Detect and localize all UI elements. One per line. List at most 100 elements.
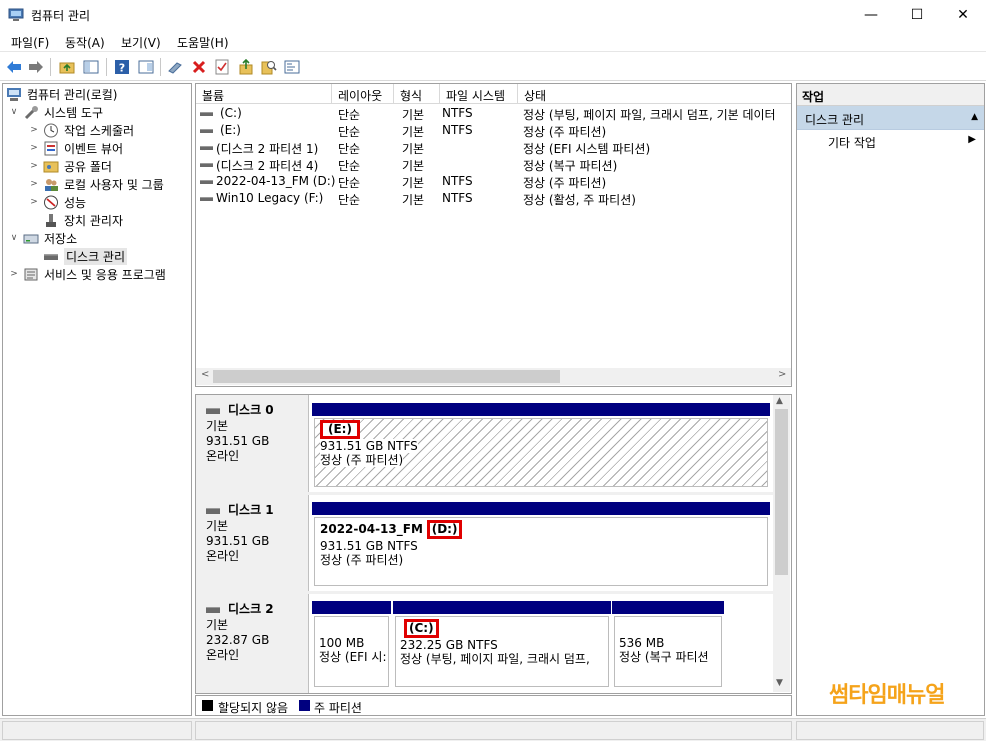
expander-icon[interactable]: >	[29, 161, 39, 171]
column-header-volume[interactable]: 볼륨	[196, 84, 332, 104]
type-cell: 기본	[402, 142, 425, 156]
vertical-scrollbar[interactable]: ▲ ▼	[773, 395, 790, 692]
tree-item-label: 작업 스케줄러	[64, 123, 135, 138]
console-icon[interactable]	[283, 58, 301, 76]
disk-size: 232.87 GB	[206, 633, 270, 647]
tree-item-task-scheduler[interactable]: > 작업 스케줄러	[29, 121, 134, 139]
actions-section-disk-management[interactable]: 디스크 관리 ▲	[797, 106, 984, 130]
delete-icon[interactable]	[190, 58, 208, 76]
menu-view[interactable]: 보기(V)	[121, 34, 161, 51]
partition-e[interactable]: (E:) 931.51 GB NTFS 정상 (주 파티션)	[312, 403, 770, 489]
status-cell	[796, 721, 984, 740]
disk-2-info[interactable]: 디스크 2 기본 232.87 GB 온라인	[196, 594, 309, 693]
primary-partition-bar	[312, 502, 770, 515]
back-icon[interactable]	[5, 58, 23, 76]
expander-icon[interactable]: >	[29, 197, 39, 207]
expander-icon[interactable]: >	[29, 179, 39, 189]
horizontal-scrollbar[interactable]: < >	[196, 368, 791, 385]
table-row[interactable]: (디스크 2 파티션 4) 단순 기본 정상 (복구 파티션)	[196, 156, 791, 173]
status-cell: 정상 (복구 파티션)	[523, 159, 618, 173]
tree-item-shared-folders[interactable]: > 공유 폴더	[29, 157, 112, 175]
forward-icon[interactable]	[27, 58, 45, 76]
tree-item-label: 공유 폴더	[64, 159, 112, 174]
expander-icon[interactable]: >	[9, 269, 19, 279]
partition-body: 2022-04-13_FM (D:) 931.51 GB NTFS 정상 (주 …	[314, 517, 768, 586]
type-cell: 기본	[402, 125, 425, 139]
maximize-button[interactable]: ☐	[894, 0, 940, 30]
partition-d[interactable]: 2022-04-13_FM (D:) 931.51 GB NTFS 정상 (주 …	[312, 502, 770, 588]
up-folder-icon[interactable]	[58, 58, 76, 76]
minimize-button[interactable]: —	[848, 0, 894, 30]
scroll-right-icon[interactable]: >	[778, 369, 786, 380]
column-header-file-system[interactable]: 파일 시스템	[440, 84, 518, 104]
close-button[interactable]: ✕	[940, 0, 986, 30]
collapse-icon[interactable]: ▲	[971, 112, 978, 122]
scroll-down-icon[interactable]: ▼	[776, 678, 783, 688]
tree-item-computer-management[interactable]: 컴퓨터 관리(로컬)	[6, 85, 117, 103]
disk-1-info[interactable]: 디스크 1 기본 931.51 GB 온라인	[196, 495, 309, 591]
tree-item-label: 디스크 관리	[64, 247, 128, 265]
tree-item-local-users-groups[interactable]: > 로컬 사용자 및 그룹	[29, 175, 164, 193]
volume-icon	[200, 163, 213, 167]
show-hide-tree-icon[interactable]	[82, 58, 100, 76]
title-bar: 컴퓨터 관리 — ☐ ✕	[0, 0, 986, 30]
search-icon[interactable]	[260, 58, 278, 76]
primary-partition-bar	[612, 601, 724, 614]
scroll-left-icon[interactable]: <	[201, 369, 209, 380]
status-bar	[0, 718, 986, 741]
layout-cell: 단순	[338, 159, 361, 173]
legend-swatch-primary	[299, 700, 310, 711]
expander-icon[interactable]: >	[29, 125, 39, 135]
disk-state: 온라인	[206, 648, 240, 662]
tree-item-performance[interactable]: > 성능	[29, 193, 86, 211]
actions-item-more[interactable]: 기타 작업 ▶	[797, 130, 984, 150]
table-row[interactable]: Win10 Legacy (F:) 단순 기본 NTFS 정상 (활성, 주 파…	[196, 190, 791, 207]
menu-file[interactable]: 파일(F)	[11, 34, 49, 51]
tree-item-storage[interactable]: ∨ 저장소	[9, 229, 77, 247]
partition-label: (D:)	[431, 522, 458, 536]
expander-icon[interactable]: ∨	[9, 233, 19, 243]
check-icon[interactable]	[213, 58, 231, 76]
partition-efi[interactable]: 100 MB 정상 (EFI 시:	[312, 601, 391, 689]
fs-cell: NTFS	[442, 191, 473, 205]
tree-item-services-applications[interactable]: > 서비스 및 응용 프로그램	[9, 265, 166, 283]
scrollbar-thumb[interactable]	[213, 370, 560, 383]
users-icon	[45, 178, 58, 191]
fs-cell: NTFS	[442, 174, 473, 188]
table-row[interactable]: 2022-04-13_FM (D:) 단순 기본 NTFS 정상 (주 파티션)	[196, 173, 791, 190]
disk-name: 디스크 2	[206, 602, 308, 617]
type-cell: 기본	[402, 159, 425, 173]
partition-c[interactable]: (C:) 232.25 GB NTFS 정상 (부팅, 페이지 파일, 크래시 …	[393, 601, 611, 689]
scroll-up-icon[interactable]: ▲	[776, 396, 783, 406]
tree-item-system-tools[interactable]: ∨ 시스템 도구	[9, 103, 103, 121]
menu-help[interactable]: 도움말(H)	[177, 34, 229, 51]
tree-item-label: 성능	[64, 195, 87, 210]
properties-icon[interactable]	[137, 58, 155, 76]
partition-recovery[interactable]: 536 MB 정상 (복구 파티션	[612, 601, 724, 689]
actions-section-label: 디스크 관리	[805, 113, 865, 127]
scrollbar-thumb[interactable]	[775, 409, 788, 575]
event-viewer-icon	[44, 141, 58, 155]
export-icon[interactable]	[237, 58, 255, 76]
disk-0-info[interactable]: 디스크 0 기본 931.51 GB 온라인	[196, 395, 309, 492]
services-icon	[24, 268, 38, 280]
svg-text:?: ?	[119, 62, 125, 75]
partition-status: 정상 (부팅, 페이지 파일, 크래시 덤프,	[400, 652, 590, 666]
expander-icon[interactable]: >	[29, 143, 39, 153]
highlight-box: (D:)	[426, 520, 463, 539]
tree-item-event-viewer[interactable]: > 이벤트 뷰어	[29, 139, 123, 157]
table-row[interactable]: (E:) 단순 기본 NTFS 정상 (주 파티션)	[196, 122, 791, 139]
table-row[interactable]: (C:) 단순 기본 NTFS 정상 (부팅, 페이지 파일, 크래시 덤프, …	[196, 105, 791, 122]
menu-action[interactable]: 동작(A)	[65, 34, 105, 51]
expander-icon[interactable]: ∨	[9, 107, 19, 117]
tree-item-device-manager[interactable]: 장치 관리자	[29, 211, 123, 229]
column-header-status[interactable]: 상태	[518, 84, 791, 104]
minimize-icon: —	[864, 7, 878, 23]
tree-item-disk-management[interactable]: 디스크 관리	[29, 247, 128, 265]
table-row[interactable]: (디스크 2 파티션 1) 단순 기본 정상 (EFI 시스템 파티션)	[196, 139, 791, 156]
connect-icon[interactable]	[166, 58, 184, 76]
column-header-layout[interactable]: 레이아웃	[332, 84, 394, 104]
help-icon[interactable]: ?	[113, 58, 131, 76]
disk-management-icon	[44, 253, 58, 260]
column-header-type[interactable]: 형식	[394, 84, 440, 104]
